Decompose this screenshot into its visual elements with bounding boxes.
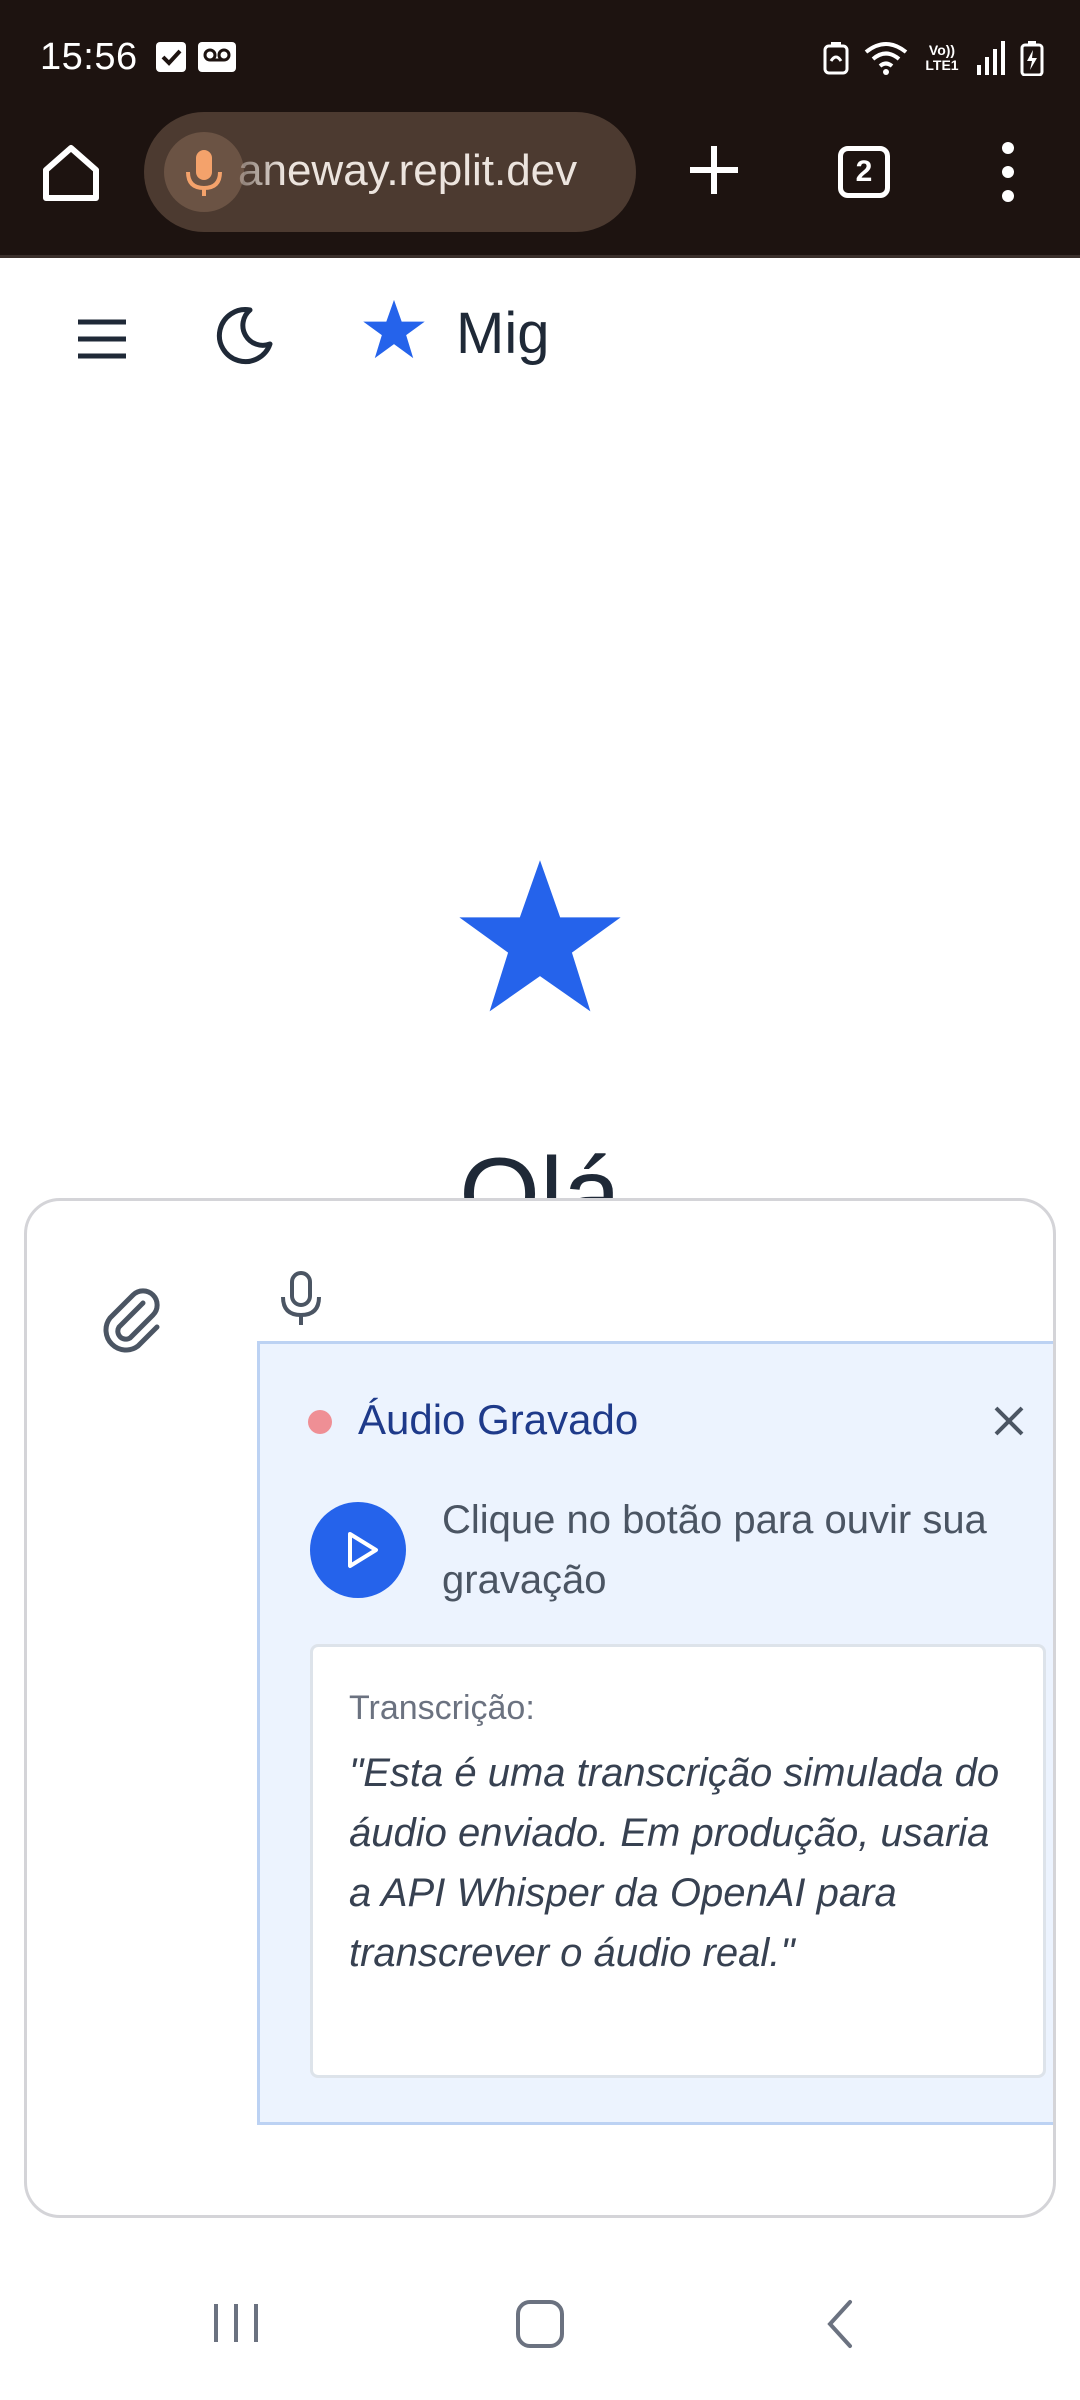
tabs-icon[interactable]: 2 [838,146,890,198]
more-vert-icon[interactable] [990,140,1026,204]
hero-greeting: Olá [459,1137,621,1200]
transcript-text: "Esta é uma transcrição simulada do áudi… [349,1751,1000,1975]
brand-name: Mig [456,301,550,366]
wifi-icon [864,40,908,76]
moon-icon[interactable] [214,304,276,366]
home-icon[interactable] [38,140,104,206]
battery-saver-icon [822,41,850,75]
close-icon[interactable] [988,1400,1030,1442]
audio-title: Áudio Gravado [358,1396,639,1443]
mic-icon[interactable] [273,1269,329,1329]
network-label: Vo)) LTE1 [925,42,959,73]
audio-recorded-panel: Áudio Gravado Clique no botão para ouvir… [257,1341,1053,2125]
status-time: 15:56 [40,36,138,78]
signal-icon [976,41,1006,75]
plus-icon[interactable] [684,140,744,200]
star-icon [362,298,426,362]
checkbox-notification-icon [156,42,186,72]
chat-input-card: Áudio Gravado Clique no botão para ouvir… [24,1198,1056,2218]
play-button[interactable] [310,1502,406,1598]
mic-icon[interactable] [164,132,244,212]
status-bar: 15:56 Vo)) LTE1 [0,0,1080,122]
play-hint: Clique no botão para ouvir sua gravação [442,1498,987,1602]
status-icons: Vo)) LTE1 [822,40,1044,76]
url-text: aneway.replit.dev [238,146,578,195]
transcript-box: Transcrição: "Esta é uma transcrição sim… [310,1644,1046,2078]
menu-icon[interactable] [72,314,132,364]
url-bar[interactable]: aneway.replit.dev [144,112,636,232]
back-icon[interactable] [820,2296,860,2352]
recents-icon[interactable] [208,2298,264,2348]
voicemail-icon [198,42,236,72]
system-nav-bar [0,2260,1080,2400]
nav-home-icon[interactable] [512,2296,568,2352]
transcript-label: Transcrição: [349,1689,535,1727]
paperclip-icon[interactable] [97,1283,169,1355]
battery-charging-icon [1020,40,1044,76]
hero-star-icon [456,860,624,1020]
recording-dot [308,1410,332,1434]
app-header: Mig [0,260,1080,410]
play-icon [348,1532,378,1568]
